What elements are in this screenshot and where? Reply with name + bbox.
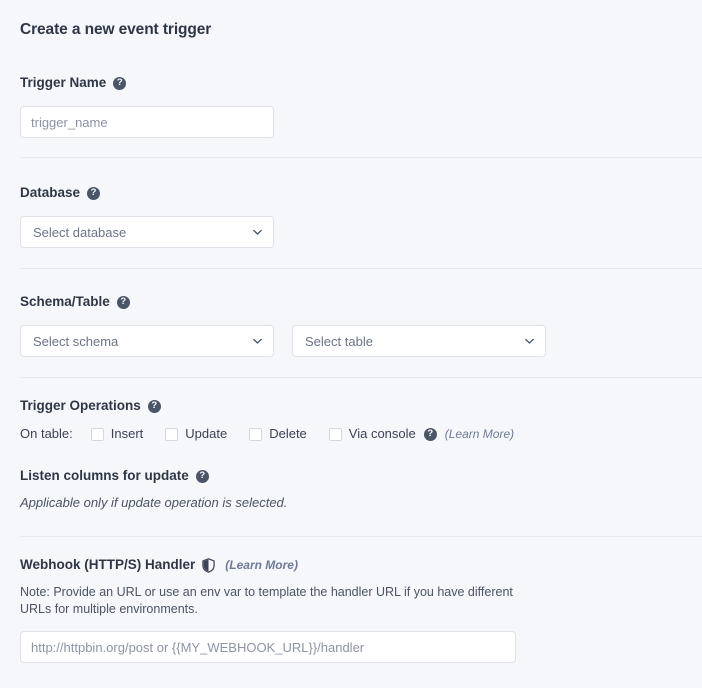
checkbox-insert-box[interactable]: [90, 427, 104, 441]
trigger-operations-section: Trigger Operations ? On table: Insert Up…: [0, 378, 702, 443]
trigger-operations-label-row: Trigger Operations ?: [20, 397, 682, 415]
trigger-name-input[interactable]: [20, 106, 274, 138]
schema-table-label-row: Schema/Table ?: [20, 293, 682, 311]
schema-table-section: Schema/Table ? Select schema Select tabl…: [0, 269, 702, 357]
schema-table-label: Schema/Table: [20, 294, 110, 309]
webhook-label: Webhook (HTTP/S) Handler: [20, 557, 196, 572]
listen-columns-label-row: Listen columns for update ?: [20, 467, 682, 485]
listen-columns-label: Listen columns for update: [20, 468, 189, 483]
checkbox-delete-label: Delete: [269, 426, 307, 441]
database-select-wrap: Select database: [20, 216, 274, 248]
database-label: Database: [20, 185, 81, 200]
schema-select-wrap: Select schema: [20, 325, 274, 357]
help-circle-icon[interactable]: ?: [116, 295, 130, 309]
checkbox-insert-label: Insert: [110, 426, 144, 441]
table-select-wrap: Select table: [292, 325, 546, 357]
database-label-row: Database ?: [20, 184, 682, 202]
webhook-url-input[interactable]: [20, 631, 516, 663]
listen-columns-hint: Applicable only if update operation is s…: [20, 495, 288, 510]
page-title: Create a new event trigger: [20, 21, 212, 38]
trigger-operations-row: On table: Insert Update Delete Via conso…: [20, 425, 682, 443]
checkbox-delete-box[interactable]: [249, 427, 263, 441]
webhook-section: Webhook (HTTP/S) Handler (Learn More) No…: [0, 537, 702, 663]
checkbox-update-label: Update: [185, 426, 228, 441]
schema-select[interactable]: Select schema: [20, 325, 274, 357]
webhook-label-row: Webhook (HTTP/S) Handler (Learn More): [20, 556, 682, 574]
learn-more-link-webhook[interactable]: (Learn More): [225, 556, 298, 574]
checkbox-update[interactable]: Update: [165, 425, 227, 443]
table-select[interactable]: Select table: [292, 325, 546, 357]
checkbox-update-box[interactable]: [165, 427, 179, 441]
learn-more-link-operations[interactable]: (Learn More): [445, 425, 514, 443]
page-title-wrap: Create a new event trigger: [0, 0, 702, 40]
help-circle-icon[interactable]: ?: [423, 427, 437, 441]
checkbox-via-console-box[interactable]: [328, 427, 342, 441]
help-circle-icon[interactable]: ?: [147, 399, 161, 413]
trigger-name-label: Trigger Name: [20, 75, 107, 90]
help-circle-icon[interactable]: ?: [87, 186, 101, 200]
create-event-trigger-page: Create a new event trigger Trigger Name …: [0, 0, 702, 688]
help-circle-icon[interactable]: ?: [195, 469, 209, 483]
listen-columns-section: Listen columns for update ? Applicable o…: [0, 443, 702, 512]
shield-icon: [202, 557, 215, 573]
checkbox-delete[interactable]: Delete: [249, 425, 307, 443]
checkbox-insert[interactable]: Insert: [90, 425, 144, 443]
trigger-name-section: Trigger Name ?: [0, 40, 702, 138]
database-select[interactable]: Select database: [20, 216, 274, 248]
on-table-label: On table:: [20, 426, 73, 441]
trigger-name-label-row: Trigger Name ?: [20, 74, 682, 92]
database-section: Database ? Select database: [0, 158, 702, 248]
checkbox-via-console-label: Via console: [348, 426, 416, 441]
help-circle-icon[interactable]: ?: [113, 76, 127, 90]
trigger-operations-label: Trigger Operations: [20, 398, 141, 413]
schema-table-row: Select schema Select table: [20, 325, 682, 357]
webhook-note: Note: Provide an URL or use an env var t…: [20, 585, 513, 616]
checkbox-via-console[interactable]: Via console: [328, 425, 416, 443]
